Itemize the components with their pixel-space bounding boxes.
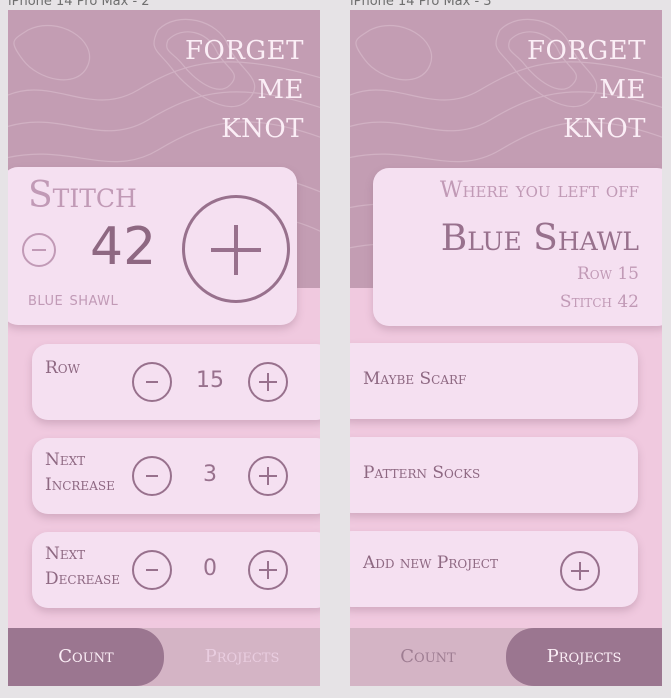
- logo-line-3: KNOT: [221, 114, 304, 144]
- tab-bar: Count Projects: [350, 628, 662, 686]
- logo-line-2: ME: [599, 75, 646, 105]
- frame-label-2: iPhone 14 Pro Max - 3: [350, 0, 492, 9]
- stitch-increment-button[interactable]: [182, 195, 290, 303]
- logo-line-1: FORGET: [184, 36, 304, 66]
- logo-line-3: KNOT: [563, 114, 646, 144]
- left-off-project-name: Blue Shawl: [440, 218, 639, 259]
- next-increase-decrement-button[interactable]: [132, 456, 172, 496]
- where-you-left-off-card[interactable]: Where you left off Blue Shawl Row 15 Sti…: [373, 168, 662, 326]
- tab-bar: Count Projects: [8, 628, 320, 686]
- frame-label-1: iPhone 14 Pro Max - 2: [8, 0, 150, 9]
- add-project-card: Add new Project: [350, 531, 638, 607]
- next-decrease-increment-button[interactable]: [248, 550, 288, 590]
- stitch-count-value: 42: [90, 217, 157, 277]
- project-item[interactable]: Pattern Socks: [350, 437, 638, 513]
- next-decrease-value: 0: [203, 556, 217, 581]
- next-decrease-counter-card: Next Decrease 0: [32, 532, 320, 608]
- count-screen: FORGET ME KNOT Stitch 42 blue shawl Row …: [8, 10, 320, 686]
- project-item[interactable]: Maybe Scarf: [350, 343, 638, 419]
- tab-count[interactable]: Count: [8, 628, 164, 686]
- next-increase-label-line-1: Next: [45, 450, 86, 470]
- row-increment-button[interactable]: [248, 362, 288, 402]
- stitch-counter-card: Stitch 42 blue shawl: [8, 167, 297, 325]
- left-off-row: Row 15: [576, 264, 639, 284]
- app-logo: FORGET ME KNOT: [185, 32, 304, 149]
- next-decrease-label-line-2: Decrease: [45, 569, 121, 589]
- row-label-line-1: Row: [45, 358, 80, 378]
- left-off-stitch: Stitch 42: [559, 292, 639, 312]
- next-increase-value: 3: [203, 462, 217, 487]
- logo-line-1: FORGET: [526, 36, 646, 66]
- next-decrease-decrement-button[interactable]: [132, 550, 172, 590]
- next-increase-increment-button[interactable]: [248, 456, 288, 496]
- stitch-decrement-button[interactable]: [22, 233, 56, 267]
- stitch-label: Stitch: [28, 175, 137, 216]
- next-increase-counter-card: Next Increase 3: [32, 438, 320, 514]
- tab-projects[interactable]: Projects: [506, 628, 662, 686]
- current-project-name: blue shawl: [28, 289, 119, 310]
- projects-screen: FORGET ME KNOT Where you left off Blue S…: [350, 10, 662, 686]
- next-increase-label-line-2: Increase: [45, 475, 115, 495]
- row-decrement-button[interactable]: [132, 362, 172, 402]
- tab-count[interactable]: Count: [350, 628, 506, 686]
- row-counter-label: Row: [45, 356, 80, 381]
- next-decrease-label-line-1: Next: [45, 544, 86, 564]
- row-value: 15: [196, 368, 224, 393]
- project-item-label: Pattern Socks: [363, 463, 481, 483]
- tab-projects[interactable]: Projects: [164, 628, 320, 686]
- next-increase-label: Next Increase: [45, 448, 115, 498]
- app-logo: FORGET ME KNOT: [527, 32, 646, 149]
- logo-line-2: ME: [257, 75, 304, 105]
- row-counter-card: Row 15: [32, 344, 320, 420]
- project-item-label: Maybe Scarf: [363, 369, 467, 389]
- add-project-button[interactable]: [560, 551, 600, 591]
- add-project-label: Add new Project: [363, 553, 498, 573]
- next-decrease-label: Next Decrease: [45, 542, 120, 592]
- left-off-title: Where you left off: [439, 178, 639, 203]
